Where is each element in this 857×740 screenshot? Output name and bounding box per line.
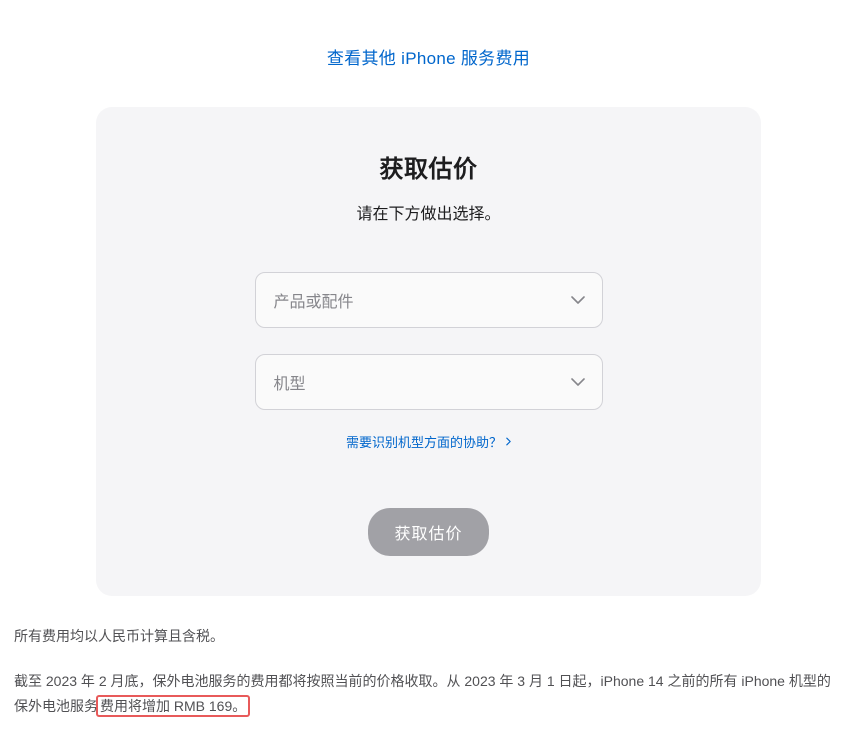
top-link-row: 查看其他 iPhone 服务费用 bbox=[12, 0, 845, 107]
footnote-currency: 所有费用均以人民币计算且含税。 bbox=[12, 624, 845, 649]
identify-model-help-link[interactable]: 需要识别机型方面的协助？ bbox=[346, 432, 511, 451]
product-select[interactable]: 产品或配件 bbox=[255, 272, 603, 328]
help-link-text: 需要识别机型方面的协助？ bbox=[346, 432, 502, 451]
chevron-right-icon bbox=[506, 437, 511, 446]
get-estimate-button[interactable]: 获取估价 bbox=[368, 508, 488, 556]
estimate-card: 获取估价 请在下方做出选择。 产品或配件 机型 需要识别机型方面的协助？ bbox=[96, 107, 761, 596]
help-link-row: 需要识别机型方面的协助？ bbox=[136, 432, 721, 452]
model-select-wrap: 机型 bbox=[255, 354, 603, 410]
card-title: 获取估价 bbox=[136, 149, 721, 184]
other-services-link[interactable]: 查看其他 iPhone 服务费用 bbox=[327, 49, 530, 68]
model-select[interactable]: 机型 bbox=[255, 354, 603, 410]
card-subtitle: 请在下方做出选择。 bbox=[136, 200, 721, 224]
footnote-pricing-change: 截至 2023 年 2 月底，保外电池服务的费用都将按照当前的价格收取。从 20… bbox=[12, 669, 845, 719]
product-select-placeholder: 产品或配件 bbox=[274, 288, 354, 312]
product-select-wrap: 产品或配件 bbox=[255, 272, 603, 328]
footnote-highlight: 费用将增加 RMB 169。 bbox=[96, 695, 250, 717]
model-select-placeholder: 机型 bbox=[274, 370, 306, 394]
